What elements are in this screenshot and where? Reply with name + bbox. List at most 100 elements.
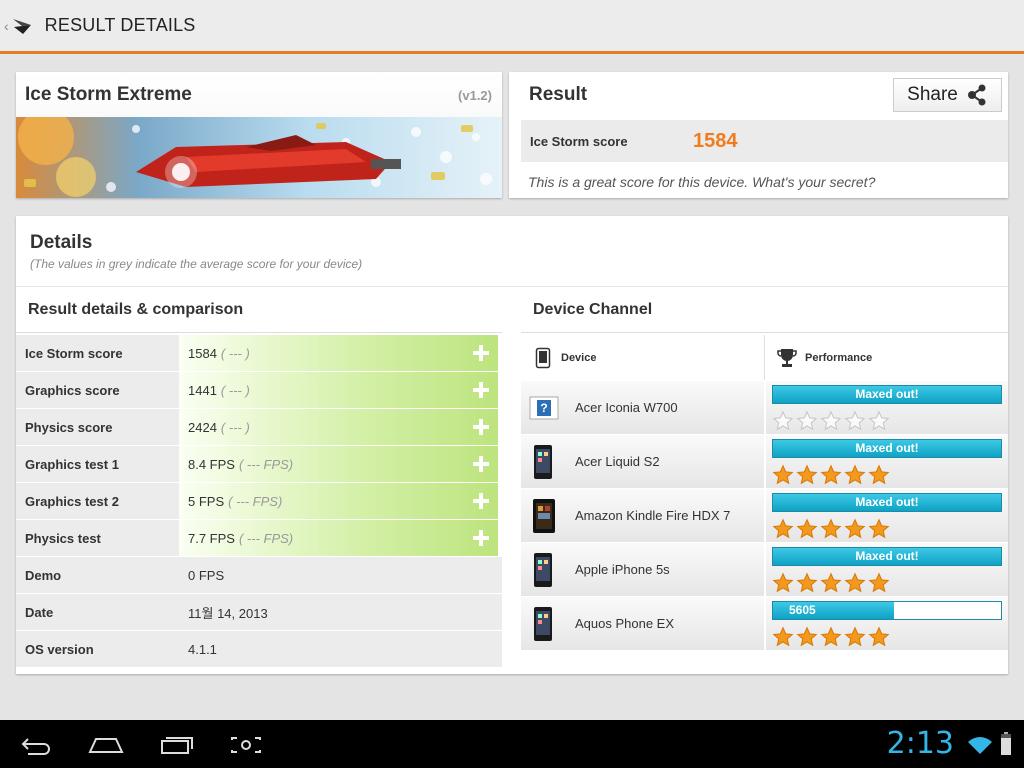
device-name: Aquos Phone EX — [575, 616, 675, 631]
details-subtitle: (The values in grey indicate the average… — [30, 257, 363, 271]
star-rating — [772, 518, 892, 540]
3dmark-logo-icon — [12, 18, 31, 34]
details-title: Details — [30, 232, 93, 253]
row-label: Graphics test 1 — [16, 446, 179, 482]
star-filled-icon — [772, 626, 794, 647]
expand-plus-icon[interactable] — [472, 455, 490, 473]
row-value: 5 FPS( --- FPS) — [179, 483, 498, 519]
device-row[interactable]: ? Acer Iconia W700 Maxed out! — [521, 380, 1008, 434]
row-value-text: 4.1.1 — [188, 641, 217, 657]
status-clock: 2:13 — [886, 726, 954, 761]
star-rating — [772, 410, 892, 432]
device-thumbnail — [529, 444, 559, 480]
test-card: Ice Storm Extreme (v1.2) — [16, 72, 502, 198]
device-name: Acer Liquid S2 — [575, 454, 660, 469]
wifi-icon — [968, 737, 992, 754]
device-cell: Amazon Kindle Fire HDX 7 — [521, 489, 764, 542]
expand-plus-icon[interactable] — [472, 381, 490, 399]
performance-cell: Maxed out! — [766, 435, 1008, 488]
star-filled-icon — [796, 464, 818, 485]
star-filled-icon — [796, 572, 818, 593]
row-value: 1584( --- ) — [179, 335, 498, 371]
result-note: This is a great score for this device. W… — [528, 174, 876, 190]
row-value: 11월 14, 2013 — [179, 594, 502, 630]
back-nav-icon[interactable] — [14, 730, 58, 760]
table-row[interactable]: Physics score 2424( --- ) — [16, 409, 502, 446]
recent-apps-nav-icon[interactable] — [154, 730, 198, 760]
expand-plus-icon[interactable] — [472, 492, 490, 510]
battery-icon — [1001, 732, 1011, 755]
phone-icon — [534, 444, 552, 479]
back-button[interactable]: ‹ RESULT DETAILS — [0, 0, 196, 53]
row-value-text: 1584 — [188, 345, 217, 361]
expand-plus-icon[interactable] — [472, 344, 490, 362]
star-filled-icon — [820, 464, 842, 485]
expand-plus-icon[interactable] — [472, 529, 490, 547]
star-empty-icon — [868, 410, 890, 431]
expand-plus-icon[interactable] — [472, 418, 490, 436]
star-filled-icon — [820, 626, 842, 647]
row-value: 2424( --- ) — [179, 409, 498, 445]
page-title: RESULT DETAILS — [44, 15, 196, 35]
star-empty-icon — [820, 410, 842, 431]
table-row[interactable]: Physics test 7.7 FPS( --- FPS) — [16, 520, 502, 557]
device-name: Acer Iconia W700 — [575, 400, 678, 415]
row-label: Physics test — [16, 520, 179, 556]
performance-cell: 5605 — [766, 597, 1008, 650]
device-cell: Aquos Phone EX — [521, 597, 764, 650]
performance-column-header: Performance — [765, 335, 1008, 380]
table-row[interactable]: Graphics test 1 8.4 FPS( --- FPS) — [16, 446, 502, 483]
star-filled-icon — [868, 464, 890, 485]
star-filled-icon — [844, 572, 866, 593]
device-channel-heading: Device Channel — [533, 301, 653, 318]
star-filled-icon — [772, 464, 794, 485]
performance-cell: Maxed out! — [766, 489, 1008, 542]
device-row[interactable]: Aquos Phone EX 5605 — [521, 596, 1008, 650]
table-row: OS version 4.1.1 — [16, 631, 502, 668]
star-filled-icon — [772, 572, 794, 593]
share-button[interactable]: Share — [893, 78, 1002, 112]
row-average-text: ( --- ) — [220, 382, 250, 398]
star-filled-icon — [868, 518, 890, 539]
test-banner-image — [16, 117, 502, 198]
device-thumbnail — [529, 498, 559, 534]
result-details-table: Ice Storm score 1584( --- ) Graphics score… — [16, 335, 502, 668]
star-filled-icon — [868, 626, 890, 647]
phone-icon — [534, 552, 552, 587]
row-label: OS version — [16, 631, 179, 667]
screenshot-nav-icon[interactable] — [224, 730, 268, 760]
performance-bar: Maxed out! — [772, 439, 1002, 458]
device-row[interactable]: Apple iPhone 5s Maxed out! — [521, 542, 1008, 596]
row-value: 8.4 FPS( --- FPS) — [179, 446, 498, 482]
home-nav-icon[interactable] — [84, 730, 128, 760]
device-channel-header: Device Performance — [521, 335, 1008, 380]
row-value: 7.7 FPS( --- FPS) — [179, 520, 498, 556]
device-row[interactable]: Amazon Kindle Fire HDX 7 Maxed out! — [521, 488, 1008, 542]
device-row[interactable]: Acer Liquid S2 Maxed out! — [521, 434, 1008, 488]
performance-cell: Maxed out! — [766, 543, 1008, 596]
performance-bar: Maxed out! — [772, 385, 1002, 404]
star-filled-icon — [772, 518, 794, 539]
performance-bar-text: Maxed out! — [855, 387, 919, 401]
navigation-bar: 2:13 — [0, 720, 1024, 768]
star-filled-icon — [820, 572, 842, 593]
star-rating — [772, 626, 892, 648]
phone-icon — [534, 606, 552, 641]
table-row[interactable]: Graphics score 1441( --- ) — [16, 372, 502, 409]
result-card: Result Share Ice Storm score 1584 This i… — [509, 72, 1008, 198]
row-average-text: ( --- ) — [220, 419, 250, 435]
star-rating — [772, 572, 892, 594]
table-row[interactable]: Ice Storm score 1584( --- ) — [16, 335, 502, 372]
test-version: (v1.2) — [458, 88, 492, 103]
performance-bar-text: Maxed out! — [855, 549, 919, 563]
row-label: Date — [16, 594, 179, 630]
performance-cell: Maxed out! — [766, 381, 1008, 434]
star-rating — [772, 464, 892, 486]
table-row[interactable]: Graphics test 25 FPS( --- FPS) — [16, 483, 502, 520]
table-row: Demo 0 FPS — [16, 557, 502, 594]
performance-bar-text: 5605 — [789, 603, 816, 617]
row-value-text: 2424 — [188, 419, 217, 435]
performance-bar: 5605 — [772, 601, 1002, 620]
row-value: 0 FPS — [179, 557, 502, 593]
device-cell: Apple iPhone 5s — [521, 543, 764, 596]
